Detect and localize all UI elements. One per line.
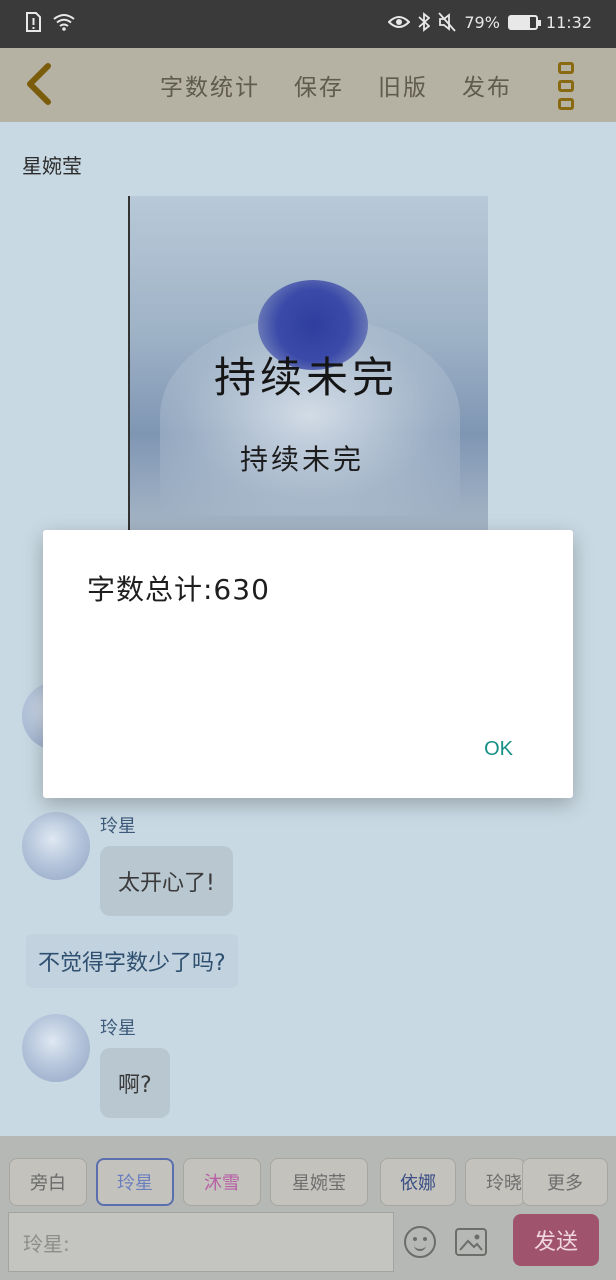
toolbar-menu: 字数统计 保存 旧版 发布: [160, 68, 512, 102]
role-button-lingxing[interactable]: 玲星: [96, 1158, 174, 1206]
narration-text[interactable]: 不觉得字数少了吗?: [26, 934, 238, 988]
word-count-dialog: 字数总计:630 OK: [43, 530, 573, 798]
chevron-left-icon: [27, 63, 51, 105]
message-bubble[interactable]: 啊?: [100, 1048, 170, 1118]
old-version-button[interactable]: 旧版: [378, 68, 428, 102]
role-button-xingwanying[interactable]: 星婉莹: [270, 1158, 368, 1206]
more-dot-icon: [558, 80, 574, 92]
avatar[interactable]: [22, 812, 90, 880]
save-button[interactable]: 保存: [294, 68, 344, 102]
sim-alert-icon: [26, 12, 41, 32]
mute-icon: [438, 12, 457, 32]
more-dot-icon: [558, 98, 574, 110]
emoji-icon[interactable]: [404, 1226, 436, 1258]
message-input[interactable]: 玲星:: [8, 1212, 394, 1272]
ok-button[interactable]: OK: [484, 738, 513, 761]
dialog-message: 字数总计:630: [87, 573, 270, 606]
role-button-muxue[interactable]: 沐雪: [183, 1158, 261, 1206]
battery-icon: [507, 14, 541, 30]
word-count-button[interactable]: 字数统计: [160, 68, 260, 102]
image-icon[interactable]: [455, 1228, 487, 1256]
sender-name: 玲星: [100, 816, 136, 837]
send-button[interactable]: 发送: [513, 1214, 599, 1266]
back-button[interactable]: [18, 60, 62, 108]
top-toolbar: 字数统计 保存 旧版 发布: [0, 48, 616, 122]
more-dot-icon: [558, 62, 574, 74]
more-menu-button[interactable]: [558, 62, 576, 110]
role-button-lingxiao[interactable]: 玲晓: [465, 1158, 525, 1206]
bluetooth-icon: [418, 12, 431, 32]
publish-button[interactable]: 发布: [462, 68, 512, 102]
eye-icon: [388, 16, 411, 28]
sender-name: 玲星: [100, 1018, 136, 1039]
clock: 11:32: [545, 12, 592, 32]
more-roles-button[interactable]: 更多: [522, 1158, 608, 1206]
wifi-icon: [53, 14, 75, 31]
battery-percent: 79%: [464, 12, 500, 32]
role-button-narrator[interactable]: 旁白: [9, 1158, 87, 1206]
image-mountain-icon: [459, 1234, 483, 1251]
cover-title-small: 持续未完: [240, 443, 365, 476]
status-bar: 79% 11:32: [0, 0, 616, 48]
cover-image[interactable]: 持续未完 持续未完: [128, 196, 488, 536]
role-button-yina[interactable]: 依娜: [380, 1158, 456, 1206]
author-label: 星婉莹: [22, 154, 82, 178]
message-bubble[interactable]: 太开心了!: [100, 846, 233, 916]
battery-level-fill: [509, 16, 531, 28]
avatar[interactable]: [22, 1014, 90, 1082]
composer-bar: 旁白 玲星 沐雪 星婉莹 依娜 玲晓 更多 玲星: 发送: [0, 1136, 616, 1280]
cover-title-large: 持续未完: [214, 353, 399, 402]
